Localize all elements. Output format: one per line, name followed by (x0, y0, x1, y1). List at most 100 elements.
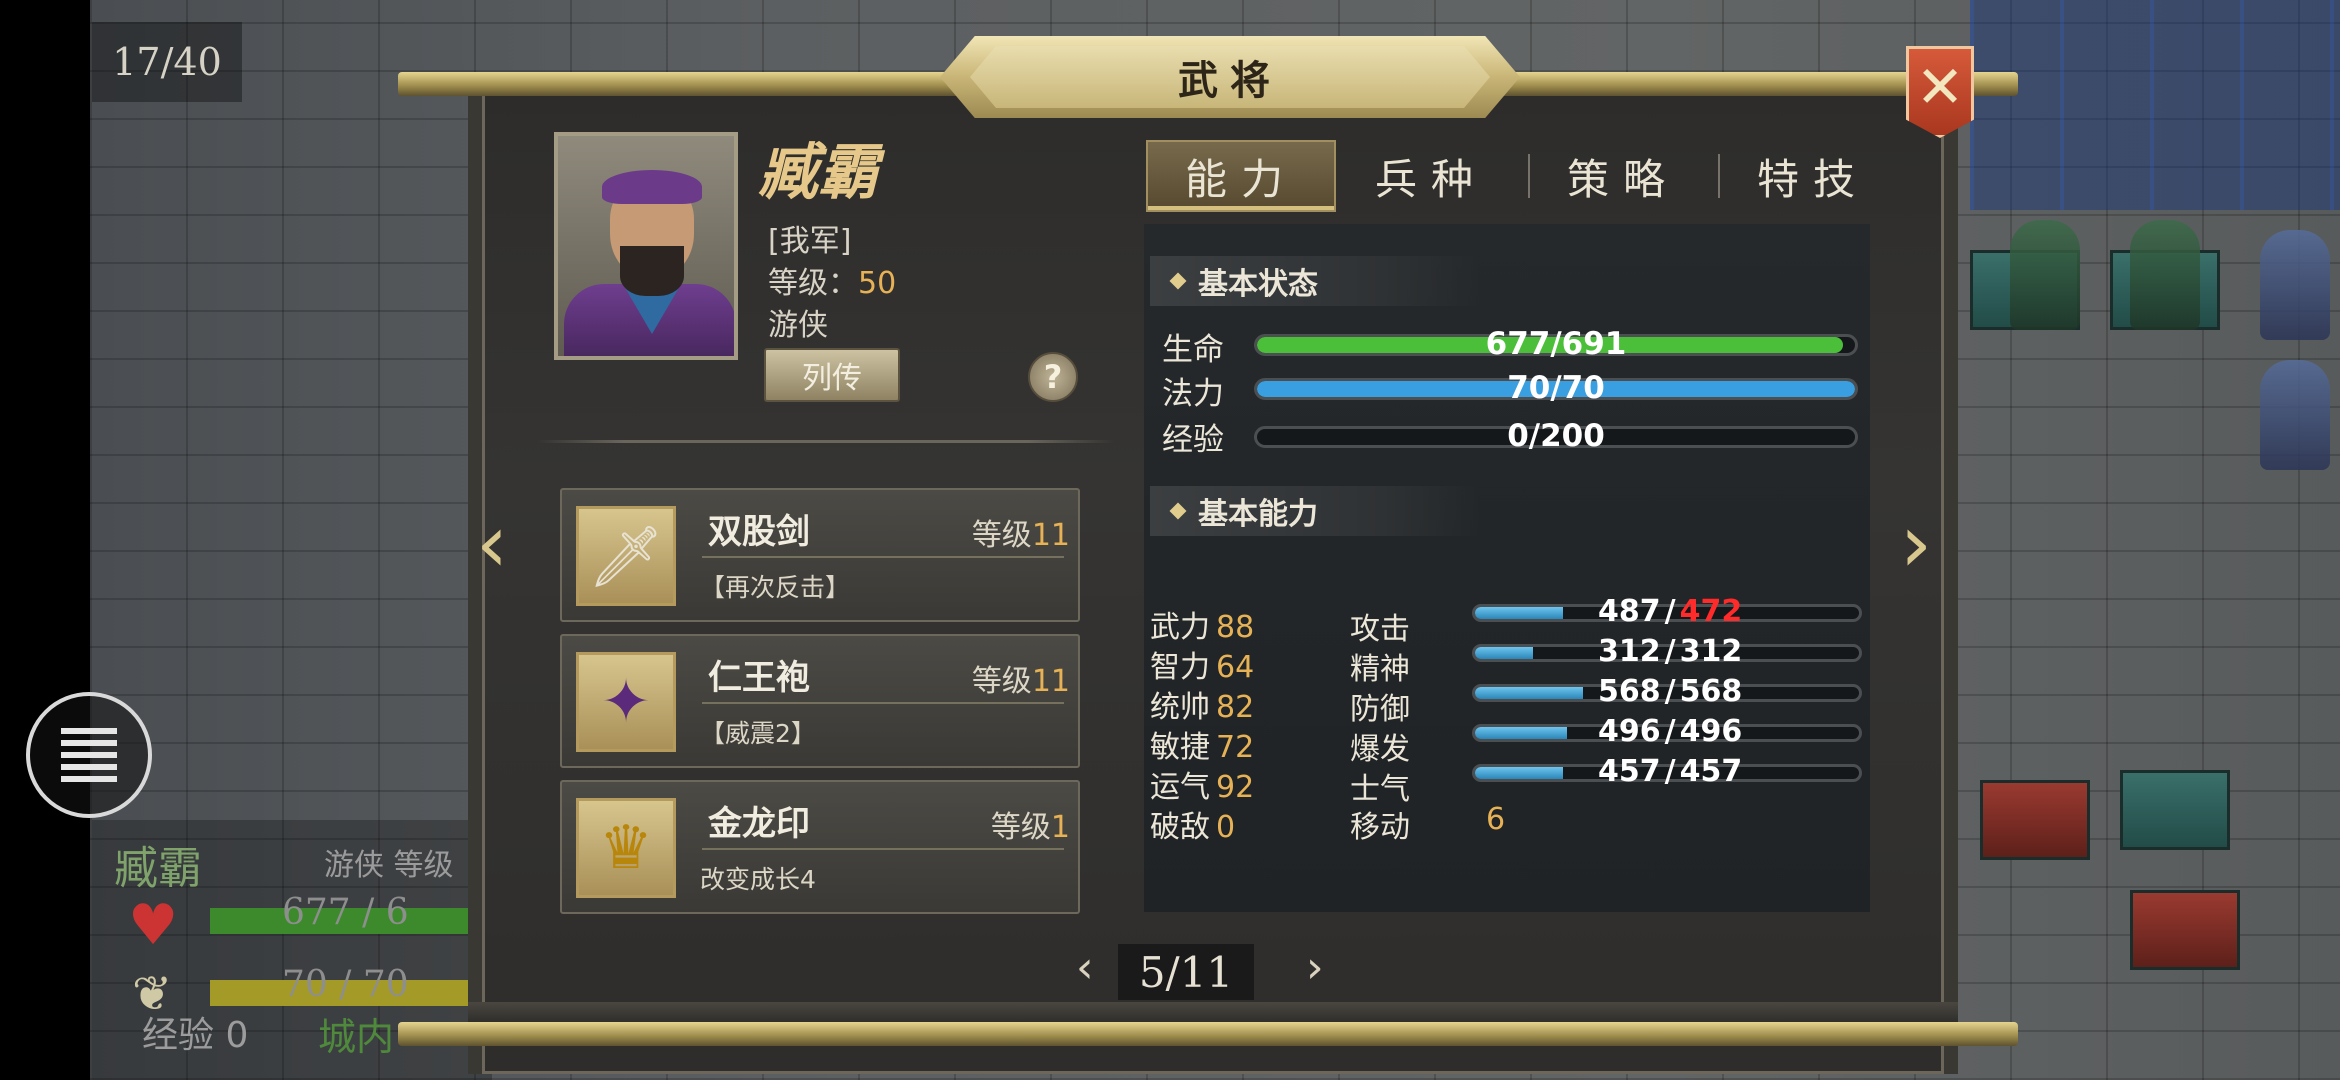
attr-value: 82 (1216, 690, 1255, 725)
tab-ability[interactable]: 能力 (1146, 140, 1336, 212)
unit-name: 臧霸 (114, 843, 202, 894)
equipment-level-value: 11 (1031, 518, 1070, 553)
biography-button[interactable]: 列传 (764, 348, 900, 402)
defense-current: 568 (1598, 674, 1661, 709)
attr-luck: 运气 92 (1150, 762, 1254, 806)
building-roof (2130, 890, 2240, 970)
equipment-level: 等级11 (972, 656, 1070, 700)
equipment-slot-weapon[interactable]: 🗡 双股剑 等级11 【再次反击】 (560, 488, 1080, 622)
previous-general-arrow-icon[interactable]: ‹ (476, 504, 508, 584)
close-button[interactable]: ✕ (1906, 46, 1974, 138)
section-header-basic-status: 基本状态 (1150, 256, 1480, 306)
section-header-basic-ability: 基本能力 (1150, 486, 1480, 536)
unit-hp-text: 677 / 6 (282, 892, 409, 933)
equipment-effect: 【威震2】 (700, 719, 816, 748)
spirit-current: 312 (1598, 634, 1661, 669)
golden-seal-icon: ♛ (576, 798, 676, 898)
general-info-dialog: 武将 ✕ 臧霸 [我军] 等级：50 游侠 列传 ? 🗡 双股剑 等级11 【再… (398, 36, 2018, 1074)
portrait-headband (602, 170, 702, 204)
diamond-icon (1169, 272, 1187, 290)
unit-location: 城内 (318, 1015, 395, 1059)
hero-level-label: 等级： (768, 266, 858, 301)
morale-bar-fill (1475, 767, 1564, 779)
diamond-icon (1169, 502, 1187, 520)
equipment-level: 等级1 (991, 802, 1070, 846)
unit-exp: 经验 0 (142, 1006, 248, 1058)
turn-counter: 17/40 (92, 22, 242, 102)
attack-modified: 472 (1679, 594, 1743, 629)
attr-label: 智力 (1150, 650, 1210, 685)
map-unit (2260, 360, 2330, 470)
hero-level-value: 50 (858, 266, 897, 301)
move-label: 移动 (1350, 810, 1410, 845)
help-button[interactable]: ? (1028, 352, 1078, 402)
burst-modified: 496 (1679, 714, 1743, 749)
attr-value: 88 (1216, 610, 1255, 645)
morale-value: 457/457 (1598, 754, 1743, 789)
equipment-level: 等级11 (972, 510, 1070, 554)
derived-label-attack: 攻击 (1350, 612, 1410, 647)
unit-exp-value: 0 (225, 1015, 249, 1056)
equipment-level-label: 等级 (971, 518, 1032, 553)
attack-current: 487 (1598, 594, 1661, 629)
tab-troop-type[interactable]: 兵种 (1336, 140, 1526, 212)
next-general-arrow-icon[interactable]: › (1900, 504, 1932, 584)
tab-strategy[interactable]: 策略 (1530, 140, 1716, 212)
general-pager: ‹ 5/11 › (778, 944, 1338, 1006)
equipment-slot-armor[interactable]: ✦ 仁王袍 等级11 【威震2】 (560, 634, 1080, 768)
equipment-effect: 【再次反击】 (700, 573, 851, 602)
attr-value: 72 (1216, 730, 1255, 765)
attr-label: 武力 (1150, 610, 1210, 645)
equipment-effect: 改变成长4 (700, 865, 816, 894)
pager-next-icon[interactable]: › (1306, 946, 1324, 990)
pager-indicator: 5/11 (1118, 944, 1254, 1000)
burst-value: 496/496 (1598, 714, 1743, 749)
attr-label: 敏捷 (1150, 730, 1210, 765)
attr-leadership: 统帅 82 (1150, 682, 1254, 726)
move-value: 6 (1486, 802, 1506, 837)
equipment-name: 双股剑 (708, 512, 810, 552)
hp-value: 677/691 (1485, 326, 1627, 362)
attr-value: 64 (1216, 650, 1255, 685)
building-roof (2120, 770, 2230, 850)
equipment-divider (702, 848, 1064, 850)
exp-label: 经验 (1162, 422, 1224, 458)
hp-label: 生命 (1162, 332, 1224, 368)
equipment-level-label: 等级 (990, 810, 1051, 845)
attr-label: 统帅 (1150, 690, 1210, 725)
defense-value: 568/568 (1598, 674, 1743, 709)
equipment-slot-accessory[interactable]: ♛ 金龙印 等级1 改变成长4 (560, 780, 1080, 914)
exp-value: 0/200 (1507, 418, 1605, 454)
dialog-bottom-rail (398, 1022, 2018, 1046)
attr-kills: 破敌 0 (1150, 802, 1235, 846)
map-unit (2260, 230, 2330, 340)
attr-intelligence: 智力 64 (1150, 642, 1254, 686)
tab-special-skill[interactable]: 特技 (1720, 140, 1906, 212)
attr-strength: 武力 88 (1150, 602, 1254, 646)
portrait-beard (620, 246, 684, 296)
attack-bar-fill (1475, 607, 1564, 619)
enemy-zone-overlay (1970, 0, 2340, 210)
heart-icon: ♥ (128, 893, 179, 958)
hero-name: 臧霸 (758, 138, 878, 208)
menu-button[interactable] (26, 692, 152, 818)
map-unit (2010, 220, 2080, 330)
section-title: 基本能力 (1198, 497, 1318, 532)
hero-portrait (554, 132, 738, 360)
defense-bar-fill (1475, 687, 1583, 699)
equipment-name: 仁王袍 (708, 658, 810, 698)
menu-icon (61, 728, 117, 782)
equipment-level-label: 等级 (971, 664, 1032, 699)
spirit-bar-fill (1475, 647, 1533, 659)
unit-exp-label: 经验 (142, 1015, 215, 1056)
dialog-title-plate: 武将 (940, 36, 1520, 118)
attr-value: 92 (1216, 770, 1255, 805)
map-unit (2130, 220, 2200, 330)
derived-label-spirit: 精神 (1350, 652, 1410, 687)
derived-label-defense: 防御 (1350, 692, 1410, 727)
spirit-modified: 312 (1679, 634, 1743, 669)
pager-prev-icon[interactable]: ‹ (1076, 946, 1094, 990)
attr-label: 运气 (1150, 770, 1210, 805)
attr-value: 0 (1216, 810, 1236, 845)
close-x-icon: ✕ (1915, 53, 1965, 121)
